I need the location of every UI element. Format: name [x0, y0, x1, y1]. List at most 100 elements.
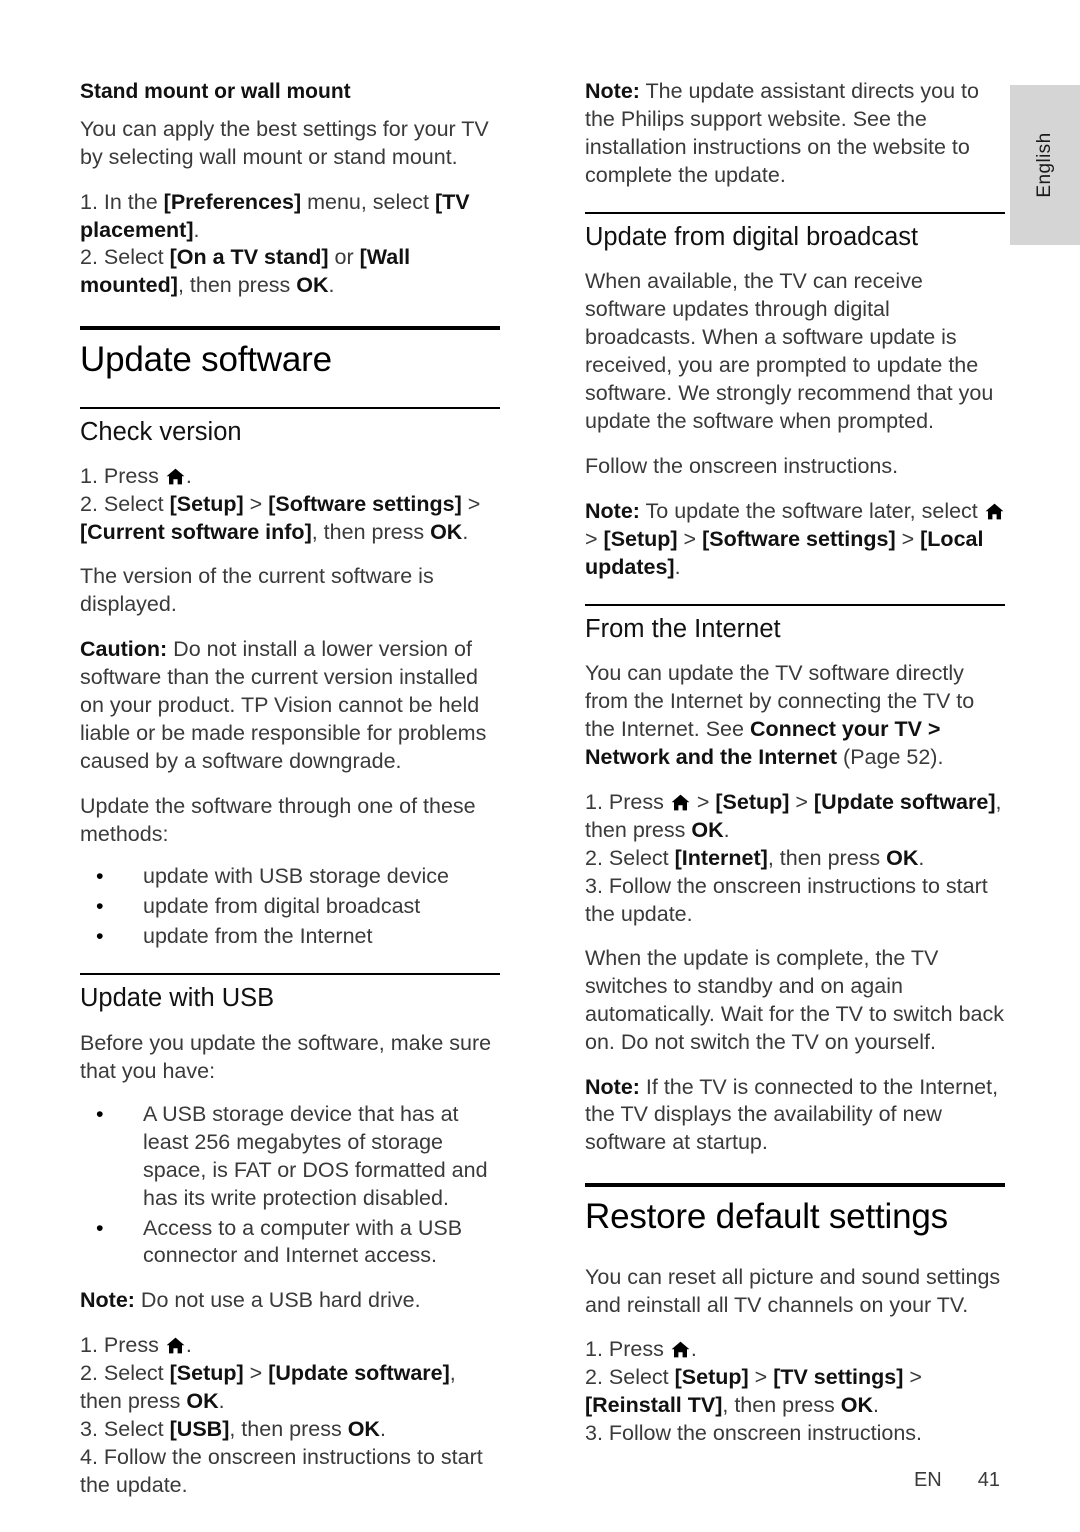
paragraph-usb-note: Note: Do not use a USB hard drive. [80, 1287, 500, 1315]
h1-rule [585, 1183, 1005, 1188]
heading-update-with-usb: Update with USB [80, 984, 275, 1013]
cv-step2-gt2: > [461, 492, 481, 517]
page-footer: EN 41 [80, 1462, 1000, 1492]
db-note-prefix: To update the software later, select [639, 498, 984, 523]
h1-rule [80, 326, 500, 331]
int-step2-bold-ok: OK [886, 845, 919, 870]
list-item-label: update from the Internet [143, 924, 373, 949]
int-step2-mid: , then press [767, 845, 887, 870]
h2-rule [80, 973, 500, 976]
paragraph-methods-intro: Update the software through one of these… [80, 793, 476, 846]
int-step2-bold-internet: [Internet] [674, 845, 768, 870]
section-from-the-internet: From the Internet [585, 603, 1005, 645]
caution-label: Caution: [80, 636, 168, 661]
rd-step3: 3. Follow the onscreen instructions. [585, 1421, 922, 1446]
usb-step2-prefix: 2. Select [80, 1361, 170, 1386]
h2-rule [585, 603, 1005, 606]
steps-from-the-internet: 1. Press > [Setup] > [Update software] , … [585, 789, 1005, 929]
section-update-with-usb: Update with USB [80, 973, 500, 1014]
section-update-from-digital-broadcast: Update from digital broadcast [585, 211, 1005, 253]
usb-step2-gt1: > [243, 1361, 269, 1386]
steps-check-version: 1. Press . 2. Select [Setup] > [Software… [80, 463, 500, 547]
cv-step2-mid: , then press [311, 520, 431, 545]
paragraph-usb-intro: Before you update the software, make sur… [80, 1030, 492, 1083]
int-step2-suffix: . [918, 845, 925, 870]
rd-step1-prefix: 1. Press [585, 1337, 670, 1362]
list-item-label: A USB storage device that has at least 2… [143, 1101, 488, 1210]
cv-step2-bold-setup: [Setup] [169, 492, 244, 517]
paragraph-digital-broadcast-note: Note: To update the software later, sele… [585, 498, 1005, 582]
paragraph-stand-mount-intro: You can apply the best settings for your… [80, 116, 489, 169]
usb-step2-bold-update-software: [Update software] [268, 1361, 450, 1386]
paragraph-assistant-note: Note: The update assistant directs you t… [585, 78, 1005, 190]
step1-mid: menu, select [301, 189, 435, 214]
title-update-software: Update software [80, 340, 332, 380]
db-note-gt1: > [585, 526, 604, 551]
paragraph-internet-intro: You can update the TV software directly … [585, 660, 1005, 772]
rd-step2-prefix: 2. Select [585, 1365, 675, 1390]
int-step1-gt2: > [789, 790, 814, 815]
title-restore-default-settings: Restore default settings [585, 1197, 948, 1237]
language-side-tab: English [1010, 85, 1080, 245]
int-step1-bold-update-software: [Update software] [813, 790, 996, 815]
bullet-dot-icon: • [96, 864, 104, 889]
h2-rule [80, 406, 500, 409]
paragraph-restore-intro: You can reset all picture and sound sett… [585, 1264, 1001, 1317]
step2-prefix: 2. Select [80, 245, 170, 270]
right-column: Note: The update assistant directs you t… [585, 78, 1005, 1464]
step2-suffix: . [328, 273, 335, 298]
list-item-label: Access to a computer with a USB connecto… [143, 1215, 463, 1268]
usb-step3-mid: , then press [229, 1417, 348, 1442]
int-step3: 3. Follow the onscreen instructions to s… [585, 873, 988, 926]
home-icon [671, 1341, 690, 1358]
home-icon [166, 1337, 185, 1354]
list-usb-requirements: • A USB storage device that has at least … [80, 1101, 500, 1271]
cv-step2-bold-ok: OK [430, 520, 463, 545]
rd-step1-suffix: . [690, 1337, 697, 1362]
rd-step2-bold-tv-settings: [TV settings] [773, 1365, 904, 1390]
left-column: Stand mount or wall mount You can apply … [80, 78, 500, 1516]
home-icon [166, 468, 185, 485]
paragraph-version-displayed: The version of the current software is d… [80, 564, 434, 616]
db-note-bold-setup: [Setup] [603, 526, 678, 551]
paragraph-internet-note: Note: If the TV is connected to the Inte… [585, 1074, 1005, 1158]
int-step1-gt1: > [690, 790, 716, 815]
cv-step2-bold-current-software-info: [Current software info] [80, 520, 312, 545]
cv-step2-gt1: > [243, 492, 269, 517]
db-note-label: Note: [585, 498, 640, 523]
usb-note-label: Note: [80, 1288, 135, 1313]
section-check-version: Check version [80, 406, 500, 448]
internet-note-text: If the TV is connected to the Internet, … [585, 1074, 999, 1155]
int-step2-prefix: 2. Select [585, 845, 675, 870]
rd-step2-mid: , then press [722, 1393, 841, 1418]
language-side-tab-label: English [1034, 132, 1055, 198]
int-step1-prefix: 1. Press [585, 790, 670, 815]
list-item-label: update from digital broadcast [143, 894, 421, 919]
rd-step2-gt1: > [748, 1365, 774, 1390]
assistant-note-label: Note: [585, 79, 640, 103]
list-item: • update from the Internet [80, 923, 500, 951]
usb-step2-bold-ok: OK [186, 1389, 219, 1414]
list-item: • Access to a computer with a USB connect… [80, 1215, 500, 1271]
cv-step2-bold-software-settings: [Software settings] [268, 492, 462, 517]
rd-step2-bold-reinstall-tv: [Reinstall TV] [585, 1393, 723, 1418]
bullet-dot-icon: • [96, 1215, 104, 1240]
bullet-dot-icon: • [96, 894, 104, 919]
db-note-gt2: > [677, 526, 703, 551]
internet-intro-suffix: (Page 52). [837, 745, 944, 770]
paragraph-caution: Caution: Do not install a lower version … [80, 636, 500, 776]
step2-mid: or [328, 245, 360, 270]
int-step1-suffix: . [723, 818, 730, 842]
usb-step1-suffix: . [185, 1333, 192, 1358]
rd-step2-bold-ok: OK [840, 1393, 873, 1418]
paragraph-update-complete: When the update is complete, the TV swit… [585, 945, 1005, 1054]
cv-step1-prefix: 1. Press [80, 464, 165, 489]
section-restore-default-settings: Restore default settings [585, 1183, 1005, 1237]
usb-step1-prefix: 1. Press [80, 1333, 165, 1358]
heading-check-version: Check version [80, 417, 242, 446]
usb-step3-bold-ok: OK [347, 1417, 380, 1442]
list-item: • update from digital broadcast [80, 893, 500, 921]
int-step1-bold-ok: OK [691, 818, 724, 842]
usb-step3-bold-usb: [USB] [169, 1417, 230, 1442]
footer-page-number: 41 [977, 1469, 1000, 1491]
